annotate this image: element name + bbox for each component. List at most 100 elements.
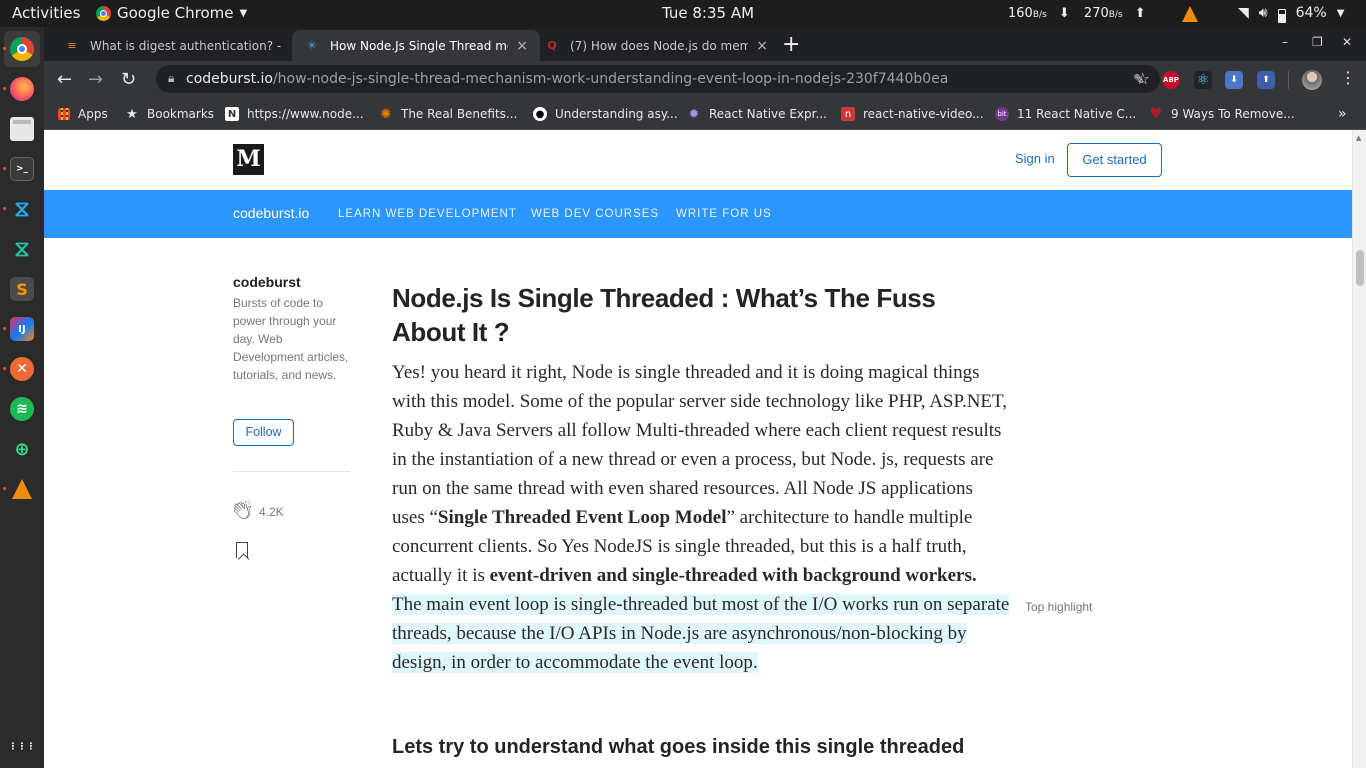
react-native-icon: ✹ xyxy=(688,106,700,122)
bookmark-react-native-video[interactable]: n react-native-video... xyxy=(841,104,984,124)
app-name: Google Chrome xyxy=(117,4,234,22)
extension-download-icon[interactable]: ⬇ xyxy=(1225,71,1243,89)
chrome-icon xyxy=(96,6,111,21)
reload-button[interactable]: ↻ xyxy=(121,69,136,90)
power-menu-icon[interactable]: ▼ xyxy=(1337,0,1345,27)
vlc-icon[interactable] xyxy=(10,477,34,501)
activities-button[interactable]: Activities xyxy=(12,0,80,27)
bookmark-folder[interactable]: ★ Bookmarks xyxy=(125,104,214,124)
adblock-plus-icon[interactable]: ABP xyxy=(1162,71,1180,89)
bookmark-understanding[interactable]: ● Understanding asy... xyxy=(533,104,678,124)
bookmarks-overflow-button[interactable]: » xyxy=(1338,104,1347,124)
nav-write-for-us[interactable]: WRITE FOR US xyxy=(676,208,772,220)
show-apps-icon[interactable]: ⋮⋮⋮ xyxy=(9,735,36,759)
site-icon: ✺ xyxy=(380,106,392,122)
tab-codeburst[interactable]: ✳ How Node.Js Single Thread mec × xyxy=(292,30,540,61)
net-down-unit: B/s xyxy=(1032,10,1047,20)
clap-icon[interactable]: 👏︎ xyxy=(231,500,254,521)
apps-grid-icon xyxy=(58,108,70,120)
lock-icon[interactable]: 🔒︎ xyxy=(168,71,174,86)
forward-button[interactable]: → xyxy=(88,69,103,90)
wifi-icon[interactable]: ◥ xyxy=(1238,0,1249,27)
close-tab-icon[interactable]: × xyxy=(516,38,528,54)
npm-icon: n xyxy=(841,107,855,121)
publication-name[interactable]: codeburst xyxy=(233,274,301,290)
clock[interactable]: Tue 8:35 AM xyxy=(662,0,754,27)
page-scrollbar[interactable]: ▲ xyxy=(1352,130,1366,768)
profile-avatar[interactable] xyxy=(1302,70,1322,90)
chrome-icon[interactable] xyxy=(10,37,34,61)
address-bar[interactable]: 🔒︎ codeburst.io/how-node-js-single-threa… xyxy=(156,65,1160,93)
heart-icon: ♥ xyxy=(1149,106,1163,122)
sublime-text-icon[interactable]: S xyxy=(10,277,34,301)
volume-icon[interactable]: 🔊︎ xyxy=(1259,0,1268,27)
bookmark-react-native-components[interactable]: bit 11 React Native C... xyxy=(995,104,1136,124)
clap-count[interactable]: 4.2K xyxy=(259,505,284,519)
bookmark-react-native-express[interactable]: ✹ React Native Expr... xyxy=(687,104,827,124)
minimize-button[interactable]: – xyxy=(1282,35,1288,49)
bookmark-icon[interactable] xyxy=(236,542,248,558)
react-devtools-icon[interactable]: ⚛ xyxy=(1194,71,1212,89)
vlc-tray-icon[interactable] xyxy=(1182,5,1198,22)
bookmark-nodejs[interactable]: N https://www.node... xyxy=(225,104,364,124)
bookmark-real-benefits[interactable]: ✺ The Real Benefits... xyxy=(379,104,518,124)
nodejs-icon: N xyxy=(225,107,239,121)
publication-description: Bursts of code to power through your day… xyxy=(233,296,349,382)
tab-title: What is digest authentication? - xyxy=(90,38,282,53)
article-title: Node.js Is Single Threaded : What’s The … xyxy=(392,283,936,347)
intellij-icon[interactable]: IJ xyxy=(10,317,34,341)
arrow-up-icon: ⬆ xyxy=(1134,6,1146,21)
maximize-button[interactable]: ❐ xyxy=(1312,35,1323,49)
article-subheading: Lets try to understand what goes inside … xyxy=(392,736,965,758)
follow-button[interactable]: Follow xyxy=(233,419,294,446)
vscode-icon[interactable]: ⧖ xyxy=(10,197,34,222)
eyedropper-icon[interactable]: ✎ xyxy=(1130,71,1148,89)
codeburst-icon: ✳ xyxy=(307,39,317,52)
codeburst-logo[interactable]: codeburst.io xyxy=(233,205,309,221)
url-text[interactable]: codeburst.io/how-node-js-single-thread-m… xyxy=(186,71,948,87)
terminal-icon[interactable]: >_ xyxy=(10,157,34,181)
spotify-icon[interactable]: ≋ xyxy=(10,397,34,421)
network-speed: 160B/s ⬇ 270B/s ⬆ xyxy=(1008,0,1146,27)
github-icon: ● xyxy=(533,107,547,121)
star-icon: ★ xyxy=(126,106,138,122)
tab-title: How Node.Js Single Thread mec xyxy=(330,38,509,53)
tab-stackoverflow[interactable]: ≡ What is digest authentication? - xyxy=(52,30,300,61)
vscode-insiders-icon[interactable]: ⧖ xyxy=(10,237,34,262)
get-started-button[interactable]: Get started xyxy=(1067,143,1162,177)
close-tab-icon[interactable]: × xyxy=(756,38,768,54)
files-icon[interactable] xyxy=(10,117,34,141)
nav-learn-web-development[interactable]: LEARN WEB DEVELOPMENT xyxy=(338,208,517,220)
battery-icon[interactable] xyxy=(1277,8,1286,23)
extension-upload-icon[interactable]: ⬆ xyxy=(1257,71,1275,89)
net-up-value: 270 xyxy=(1083,6,1109,21)
highlighted-text[interactable]: The main event loop is single-threaded b… xyxy=(392,594,1010,673)
quora-icon: Q xyxy=(547,39,557,52)
new-tab-button[interactable]: + xyxy=(782,32,800,57)
browser-toolbar: ← → ↻ 🔒︎ codeburst.io/how-node-js-single… xyxy=(44,61,1366,98)
app-menu[interactable]: Google Chrome ▼ xyxy=(96,0,247,27)
stackoverflow-icon: ≡ xyxy=(67,39,77,52)
nav-web-dev-courses[interactable]: WEB DEV COURSES xyxy=(531,208,659,220)
bookmarks-bar: Apps ★ Bookmarks N https://www.node... ✺… xyxy=(44,98,1366,130)
sign-in-link[interactable]: Sign in xyxy=(1015,151,1055,166)
bit-icon: bit xyxy=(995,107,1009,121)
bookmark-9-ways[interactable]: ♥ 9 Ways To Remove... xyxy=(1149,104,1295,124)
android-studio-icon[interactable]: ⊕ xyxy=(10,437,34,461)
close-window-button[interactable]: ✕ xyxy=(1342,35,1352,49)
medium-logo[interactable]: M xyxy=(233,144,264,175)
bookmark-apps[interactable]: Apps xyxy=(58,104,108,124)
net-down-value: 160 xyxy=(1008,6,1033,21)
tab-quora[interactable]: Q (7) How does Node.js do memor × xyxy=(532,30,780,61)
firefox-icon[interactable] xyxy=(10,77,34,101)
battery-percent: 64% xyxy=(1295,5,1327,21)
system-tray[interactable]: ◥ 🔊︎ 64% ▼ xyxy=(1182,0,1344,27)
scrollbar-thumb[interactable] xyxy=(1356,250,1364,286)
publication-nav-bar: codeburst.io LEARN WEB DEVELOPMENT WEB D… xyxy=(44,190,1352,238)
arrow-down-icon: ⬇ xyxy=(1058,6,1070,21)
back-button[interactable]: ← xyxy=(57,69,72,90)
tab-strip: ≡ What is digest authentication? - ✳ How… xyxy=(44,27,1366,61)
compass-icon[interactable]: ✕ xyxy=(10,357,34,381)
chrome-menu-icon[interactable]: ⋮ xyxy=(1340,68,1356,87)
divider xyxy=(233,471,350,472)
